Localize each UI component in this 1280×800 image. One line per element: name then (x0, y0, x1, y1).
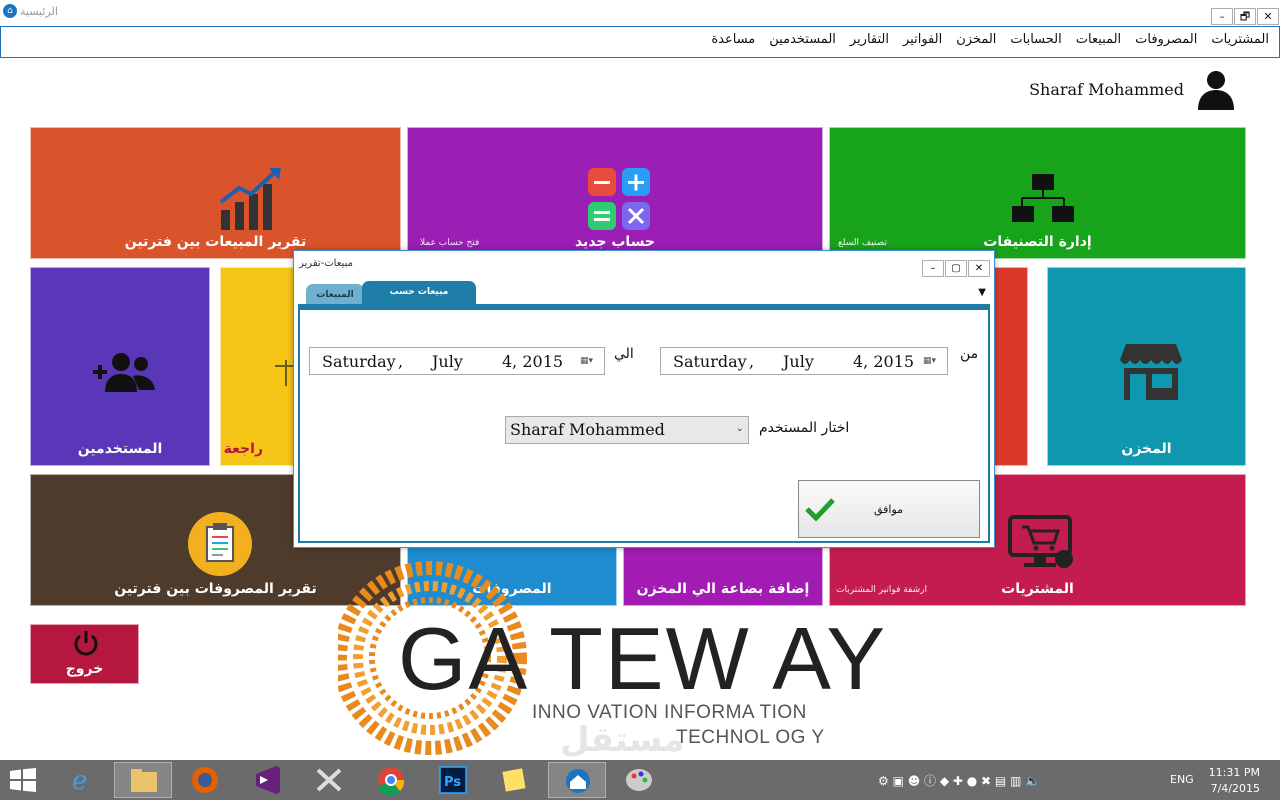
minimize-button[interactable]: – (1211, 8, 1233, 25)
tile-label: راجعة (223, 441, 263, 457)
tile-label: حساب جديد (574, 234, 656, 250)
svg-text:Ps: Ps (444, 775, 461, 790)
photoshop-icon[interactable]: Ps (424, 762, 482, 798)
language-indicator[interactable]: ENG (1170, 773, 1194, 786)
tile-label: المستخدمين (77, 441, 163, 457)
users-icon (93, 353, 155, 392)
to-date-picker[interactable]: Saturday , July 4, 2015 ▦▾ (309, 347, 605, 375)
menu-accounts[interactable]: الحسابات (1010, 32, 1061, 47)
sales-report-dialog: مبيعات-تقرير – ▢ ✕ المبيعات مبيعات حسب ا… (293, 250, 995, 548)
select-user-label: اختار المستخدم (759, 420, 850, 436)
menu-invoices[interactable]: الفواتير (903, 32, 942, 47)
store-icon (1120, 344, 1182, 400)
tile-red[interactable] (990, 267, 1028, 466)
dialog-maximize-button[interactable]: ▢ (945, 260, 967, 277)
tile-warehouse[interactable]: المخزن (1047, 267, 1246, 466)
title-bar: ⌂ الرئيسية – 🗗 ✕ (0, 0, 1280, 26)
taskbar: e Ps ⚙ ▣ ☻ ⓘ ◆ ✚ ● ✖ ▤ ▥ 🔈 ENG 11:31 PM … (0, 760, 1280, 800)
menu-users[interactable]: المستخدمين (769, 32, 836, 47)
tile-label: المشتريات (1001, 581, 1074, 597)
ok-button[interactable]: موافق (798, 480, 980, 538)
clock-date[interactable]: 7/4/2015 (1211, 782, 1260, 795)
hierarchy-icon (1012, 174, 1074, 222)
tile-label: تقرير المبيعات بين فترتين (124, 234, 307, 250)
from-date-picker[interactable]: Saturday , July 4, 2015 ▦▾ (660, 347, 948, 375)
ie-icon[interactable]: e (52, 762, 110, 798)
menu-purchases[interactable]: المشتريات (1211, 32, 1269, 47)
logo-tagline-2: TECHNOL OG Y (676, 727, 825, 748)
chrome-icon[interactable] (362, 762, 420, 798)
ok-label: موافق (874, 503, 904, 516)
paint-icon[interactable] (610, 762, 668, 798)
user-name: Sharaf Mohammed (1029, 80, 1184, 99)
tile-returns[interactable]: راجعة (220, 267, 300, 466)
visual-studio-icon[interactable] (238, 762, 296, 798)
window-title: الرئيسية (20, 5, 58, 18)
menu-expenses[interactable]: المصروفات (1135, 32, 1197, 47)
dialog-minimize-button[interactable]: – (922, 260, 944, 277)
logo-main-text: GA TEW AY (398, 609, 888, 708)
power-icon (74, 631, 98, 656)
calendar-dropdown-icon[interactable]: ▦▾ (923, 356, 941, 368)
tile-users[interactable]: المستخدمين (30, 267, 210, 466)
checkmark-icon (805, 498, 835, 521)
tile-categories[interactable]: تصنيف السلع إدارة التصنيفات (829, 127, 1246, 259)
svg-text:e: e (72, 766, 87, 796)
menu-warehouse[interactable]: المخزن (956, 32, 996, 47)
firefox-icon[interactable] (176, 762, 234, 798)
restore-button[interactable]: 🗗 (1234, 8, 1256, 25)
menu-sales[interactable]: المبيعات (1076, 32, 1121, 47)
file-explorer-icon[interactable] (114, 762, 172, 798)
user-select[interactable]: Sharaf Mohammed ⌄ (505, 416, 749, 444)
to-label: الي (614, 346, 634, 362)
chart-growth-icon (219, 168, 281, 230)
tab-list-dropdown-icon[interactable]: ▼ (978, 287, 986, 298)
user-avatar-icon (1198, 71, 1234, 110)
menu-reports[interactable]: التقارير (850, 32, 889, 47)
tile-new-account[interactable]: فتح حساب عملا حساب جديد (407, 127, 823, 259)
tab-sales-by-user[interactable]: مبيعات حسب المستخدم (362, 281, 476, 319)
selected-user: Sharaf Mohammed (510, 420, 665, 439)
menu-bar: المشتريات المصروفات المبيعات الحسابات ال… (0, 26, 1280, 58)
menu-help[interactable]: مساعدة (711, 32, 755, 47)
tile-sales-report[interactable]: تقرير المبيعات بين فترتين (30, 127, 401, 259)
watermark: مستقل (560, 720, 685, 760)
tile-label: المخزن (1121, 441, 1172, 457)
tile-exit[interactable]: خروج (30, 624, 139, 684)
from-label: من (960, 346, 979, 362)
tab-panel: من Saturday , July 4, 2015 ▦▾ الي Saturd… (298, 310, 990, 543)
sticky-notes-icon[interactable] (486, 762, 544, 798)
calculator-icon (588, 168, 650, 230)
tile-label: إدارة التصنيفات (983, 234, 1092, 250)
close-button[interactable]: ✕ (1257, 8, 1279, 25)
calendar-dropdown-icon[interactable]: ▦▾ (580, 356, 598, 368)
dialog-close-button[interactable]: ✕ (968, 260, 990, 277)
home-app-icon: ⌂ (3, 4, 17, 18)
tools-icon[interactable] (300, 762, 358, 798)
tab-sales[interactable]: المبيعات (306, 284, 364, 305)
dialog-title: مبيعات-تقرير (299, 258, 353, 269)
tile-label: خروج (65, 661, 104, 677)
windows-start-icon[interactable] (10, 768, 36, 792)
tray-icons[interactable]: ⚙ ▣ ☻ ⓘ ◆ ✚ ● ✖ ▤ ▥ 🔈 (878, 772, 1040, 789)
home-app-taskbar-icon[interactable] (548, 762, 606, 798)
clipboard-icon (188, 512, 252, 576)
chevron-down-icon: ⌄ (735, 423, 744, 434)
shopping-computer-icon (1008, 515, 1073, 568)
clock-time[interactable]: 11:31 PM (1209, 766, 1260, 779)
